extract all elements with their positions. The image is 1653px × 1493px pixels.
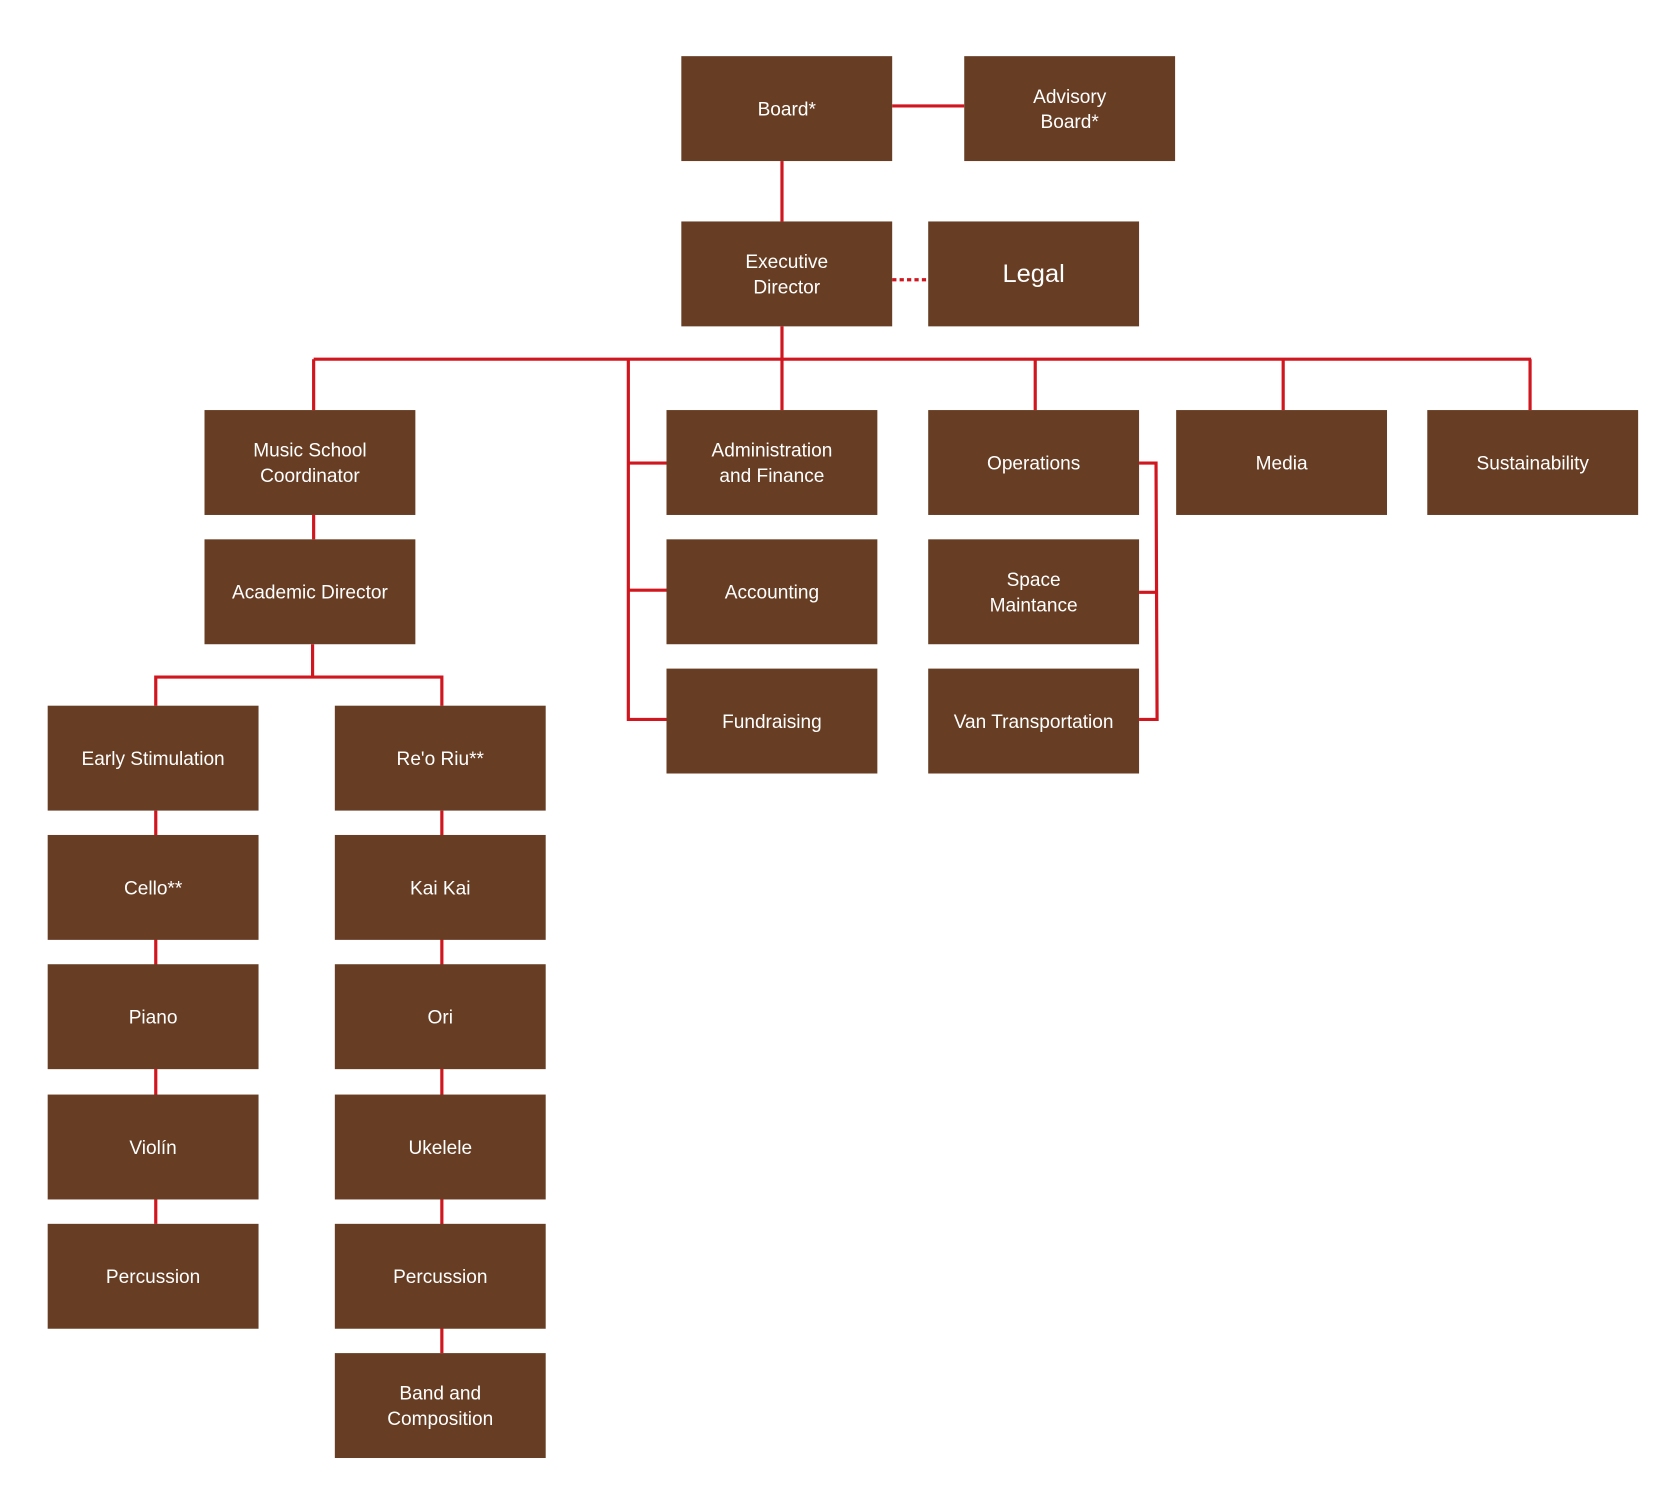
node-band-composition: Band and Composition	[334, 1353, 546, 1459]
node-accounting: Accounting	[666, 539, 878, 645]
node-violin: Violín	[47, 1094, 259, 1200]
node-piano: Piano	[47, 964, 259, 1070]
node-ori: Ori	[334, 964, 546, 1070]
node-kai-kai: Kai Kai	[334, 834, 546, 940]
node-sustainability: Sustainability	[1427, 410, 1639, 515]
org-chart: Board* Advisory Board* Executive Directo…	[0, 0, 1653, 1493]
node-board: Board*	[681, 56, 893, 162]
node-executive-director: Executive Director	[681, 221, 893, 327]
node-legal: Legal	[928, 221, 1140, 327]
node-advisory-board: Advisory Board*	[964, 56, 1176, 162]
node-cello: Cello**	[47, 834, 259, 940]
node-fundraising: Fundraising	[666, 668, 878, 774]
node-percussion-left: Percussion	[47, 1223, 259, 1329]
node-media: Media	[1176, 410, 1388, 515]
node-van-transportation: Van Transportation	[928, 668, 1140, 774]
node-operations: Operations	[928, 410, 1140, 515]
node-administration-finance: Administration and Finance	[666, 410, 878, 515]
node-music-school-coordinator: Music School Coordinator	[204, 410, 416, 515]
connector-admin-bracket	[626, 359, 667, 722]
node-space-maintance: Space Maintance	[928, 539, 1140, 645]
node-reo-riu: Re'o Riu**	[334, 705, 546, 811]
node-ukelele: Ukelele	[334, 1094, 546, 1200]
node-early-stimulation: Early Stimulation	[47, 705, 259, 811]
connector-academic-branches	[154, 675, 444, 706]
node-percussion-right: Percussion	[334, 1223, 546, 1329]
node-academic-director: Academic Director	[204, 539, 416, 645]
